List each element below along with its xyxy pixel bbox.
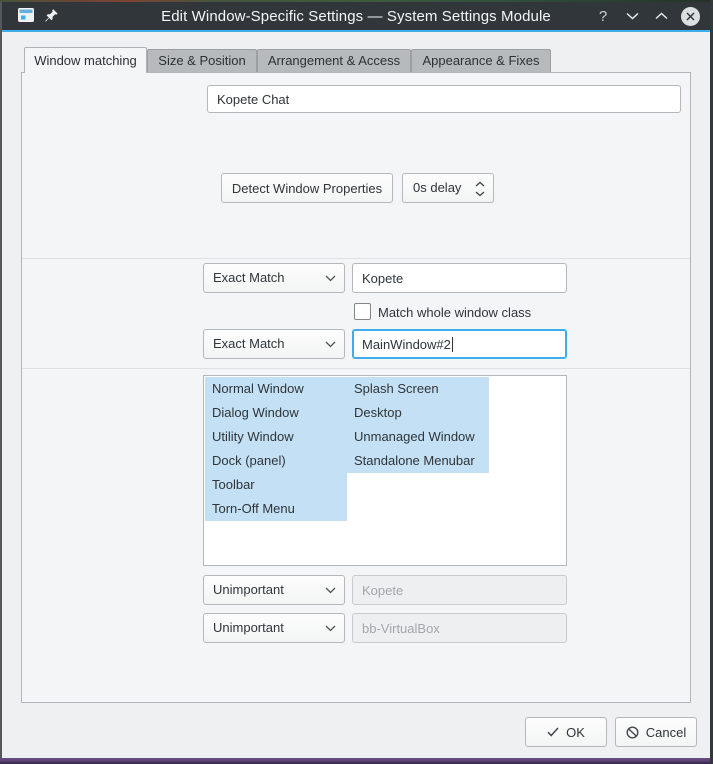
minimize-button[interactable] bbox=[622, 6, 642, 26]
window-class-input[interactable]: Kopete bbox=[352, 263, 567, 293]
match-whole-class-checkbox[interactable] bbox=[354, 303, 371, 320]
window-type-item[interactable]: Unmanaged Window bbox=[347, 425, 489, 449]
active-window-accent-line bbox=[2, 30, 710, 32]
text-cursor bbox=[452, 337, 453, 352]
desktop-background-bottom bbox=[0, 758, 713, 764]
detect-delay-spinbox[interactable]: 0s delay bbox=[402, 173, 494, 203]
match-whole-class-label[interactable]: Match whole window class bbox=[378, 305, 531, 320]
window-type-item[interactable]: Normal Window bbox=[205, 377, 347, 401]
window-type-item[interactable]: Standalone Menubar bbox=[347, 449, 489, 473]
window-type-item[interactable]: Utility Window bbox=[205, 425, 347, 449]
ok-button-label: OK bbox=[566, 725, 585, 740]
check-icon bbox=[547, 727, 559, 737]
window-title-input: Kopete bbox=[352, 575, 567, 605]
tab-arrangement-access[interactable]: Arrangement & Access bbox=[257, 49, 411, 72]
chevron-down-icon bbox=[325, 275, 336, 282]
tab-appearance-fixes[interactable]: Appearance & Fixes bbox=[411, 49, 551, 72]
window-role-match-combo[interactable]: Exact Match bbox=[203, 329, 345, 359]
window-type-item[interactable]: Dialog Window bbox=[205, 401, 347, 425]
settings-dialog-window: Edit Window-Specific Settings — System S… bbox=[2, 2, 710, 758]
cancel-icon bbox=[626, 726, 639, 739]
window-type-item[interactable]: Toolbar bbox=[205, 473, 347, 497]
window-class-match-combo[interactable]: Exact Match bbox=[203, 263, 345, 293]
machine-match-combo[interactable]: Unimportant bbox=[203, 613, 345, 643]
machine-hostname-input: bb-VirtualBox bbox=[352, 613, 567, 643]
window-role-input[interactable]: MainWindow#2 bbox=[352, 329, 567, 359]
window-types-list[interactable]: Normal Window Dialog Window Utility Wind… bbox=[203, 375, 567, 566]
window-title-match-value: Unimportant bbox=[213, 582, 284, 597]
window-type-item[interactable]: Desktop bbox=[347, 401, 489, 425]
window-class-match-value: Exact Match bbox=[213, 270, 285, 285]
detect-button-label: Detect Window Properties bbox=[232, 181, 382, 196]
close-icon bbox=[681, 7, 700, 26]
window-role-value: MainWindow#2 bbox=[362, 337, 451, 352]
window-type-item[interactable]: Torn-Off Menu bbox=[205, 497, 347, 521]
separator-top bbox=[22, 258, 690, 259]
chevron-down-icon bbox=[325, 625, 336, 632]
window-title-match-combo[interactable]: Unimportant bbox=[203, 575, 345, 605]
help-button[interactable]: ? bbox=[593, 6, 613, 26]
description-input[interactable]: Kopete Chat bbox=[207, 85, 681, 113]
titlebar[interactable]: Edit Window-Specific Settings — System S… bbox=[2, 2, 710, 30]
chevron-down-icon bbox=[325, 341, 336, 348]
cancel-button[interactable]: Cancel bbox=[615, 717, 697, 747]
separator-middle bbox=[22, 368, 690, 369]
cancel-button-label: Cancel bbox=[646, 725, 686, 740]
chevron-down-icon bbox=[325, 587, 336, 594]
window-type-item[interactable]: Splash Screen bbox=[347, 377, 489, 401]
window-role-match-value: Exact Match bbox=[213, 336, 285, 351]
machine-match-value: Unimportant bbox=[213, 620, 284, 635]
ok-button[interactable]: OK bbox=[525, 717, 607, 747]
window-type-item[interactable]: Dock (panel) bbox=[205, 449, 347, 473]
delay-value: 0s delay bbox=[413, 180, 461, 195]
detect-window-properties-button[interactable]: Detect Window Properties bbox=[221, 173, 393, 203]
tab-window-matching[interactable]: Window matching bbox=[24, 47, 147, 73]
maximize-button[interactable] bbox=[651, 6, 671, 26]
close-button[interactable] bbox=[680, 6, 700, 26]
tab-size-position[interactable]: Size & Position bbox=[147, 49, 257, 72]
spinbox-arrows-icon[interactable] bbox=[475, 181, 485, 197]
